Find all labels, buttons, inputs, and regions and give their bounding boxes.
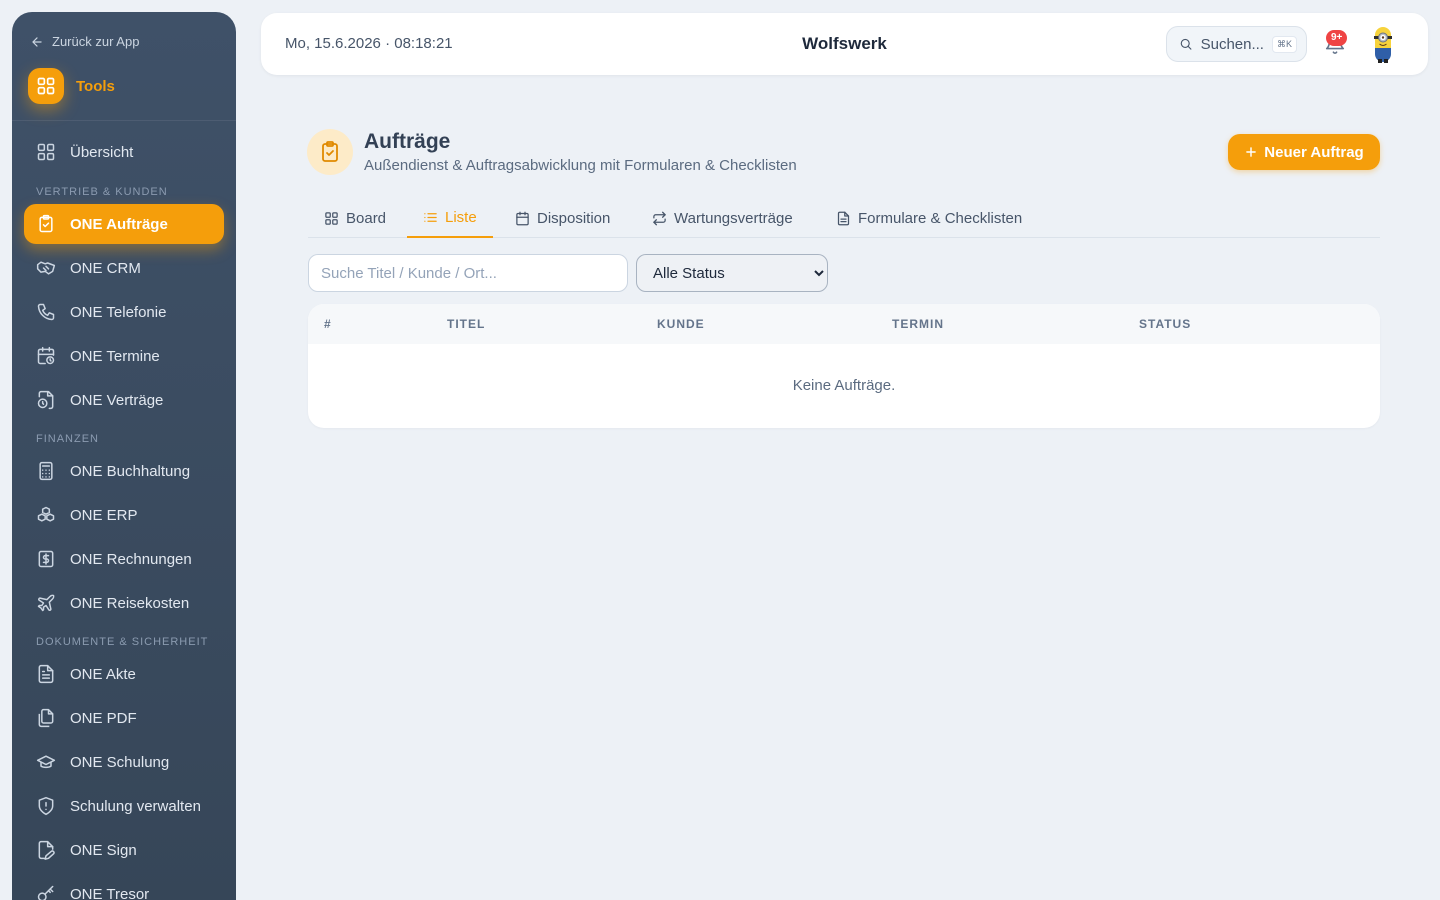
phone-icon bbox=[37, 303, 55, 321]
tab-formulare[interactable]: Formulare & Checklisten bbox=[820, 198, 1038, 238]
sidebar-item-label: ONE Akte bbox=[70, 665, 136, 683]
orders-table: # TITEL KUNDE TERMIN STATUS Keine Aufträ… bbox=[308, 304, 1380, 428]
status-filter-select[interactable]: Alle Status bbox=[636, 254, 828, 292]
plus-icon bbox=[1246, 147, 1257, 157]
sidebar-item-label: ONE Reisekosten bbox=[70, 594, 190, 612]
sidebar-item-sign[interactable]: ONE Sign bbox=[24, 830, 224, 870]
search-icon bbox=[1180, 38, 1192, 50]
sidebar-item-schulung-verwalten[interactable]: Schulung verwalten bbox=[24, 786, 224, 826]
file-text-icon bbox=[38, 664, 54, 684]
global-search-button[interactable]: Suchen... ⌘K bbox=[1166, 26, 1307, 62]
sidebar-item-label: ONE Termine bbox=[70, 347, 160, 365]
key-icon bbox=[37, 885, 54, 900]
calculator-icon bbox=[39, 461, 53, 481]
column-header-customer: KUNDE bbox=[657, 317, 705, 331]
sidebar-item-termine[interactable]: ONE Termine bbox=[24, 336, 224, 376]
page-title: Aufträge bbox=[364, 130, 451, 153]
sidebar-item-auftraege[interactable]: ONE Aufträge bbox=[24, 204, 224, 244]
sidebar-item-telefonie[interactable]: ONE Telefonie bbox=[24, 292, 224, 332]
sidebar-item-label: ONE Aufträge bbox=[70, 215, 168, 233]
tab-label: Wartungsverträge bbox=[674, 209, 793, 227]
plane-icon bbox=[37, 594, 55, 612]
calendar-clock-icon bbox=[37, 346, 55, 365]
grid-icon bbox=[325, 211, 338, 225]
file-signature-icon bbox=[38, 840, 55, 860]
search-shortcut: ⌘K bbox=[1271, 35, 1297, 53]
notification-badge: 9+ bbox=[1326, 30, 1348, 46]
sidebar-item-rechnungen[interactable]: ONE Rechnungen bbox=[24, 539, 224, 579]
back-link-label: Zurück zur App bbox=[52, 34, 140, 49]
sidebar-item-pdf[interactable]: ONE PDF bbox=[24, 698, 224, 738]
sidebar: Zurück zur App Tools Übersicht VERTRIEB … bbox=[12, 12, 236, 900]
boxes-icon bbox=[37, 506, 55, 522]
tab-disposition[interactable]: Disposition bbox=[499, 198, 626, 238]
sidebar-item-akte[interactable]: ONE Akte bbox=[24, 654, 224, 694]
tab-label: Disposition bbox=[537, 209, 611, 227]
graduation-cap-icon bbox=[36, 755, 56, 769]
sidebar-item-erp[interactable]: ONE ERP bbox=[24, 495, 224, 535]
order-search-input[interactable] bbox=[308, 254, 628, 292]
sidebar-item-label: ONE Telefonie bbox=[70, 303, 167, 321]
sidebar-item-tresor[interactable]: ONE Tresor bbox=[24, 874, 224, 900]
sidebar-item-label: Übersicht bbox=[70, 143, 134, 161]
section-label-sales: VERTRIEB & KUNDEN bbox=[36, 186, 168, 198]
files-icon bbox=[38, 708, 54, 728]
sidebar-item-label: ONE Tresor bbox=[70, 885, 150, 900]
empty-state-message: Keine Aufträge. bbox=[792, 377, 896, 394]
sidebar-divider bbox=[12, 120, 236, 121]
page-subtitle: Außendienst & Auftragsabwicklung mit For… bbox=[364, 157, 797, 174]
date-time-display: Mo, 15.6.2026 · 08:18:21 bbox=[285, 35, 453, 52]
list-icon bbox=[424, 212, 437, 222]
sidebar-item-schulung[interactable]: ONE Schulung bbox=[24, 742, 224, 782]
tools-header[interactable]: Tools bbox=[28, 68, 115, 104]
new-order-button[interactable]: Neuer Auftrag bbox=[1228, 134, 1380, 170]
handshake-icon bbox=[36, 261, 56, 275]
sidebar-item-reisekosten[interactable]: ONE Reisekosten bbox=[24, 583, 224, 623]
avatar[interactable] bbox=[1369, 24, 1397, 64]
view-tabs: Board Liste Disposition Wartungsverträge… bbox=[308, 198, 1380, 238]
sidebar-item-label: ONE ERP bbox=[70, 506, 138, 524]
tab-board[interactable]: Board bbox=[308, 198, 402, 238]
column-header-title: TITEL bbox=[447, 317, 486, 331]
sidebar-item-label: Schulung verwalten bbox=[70, 797, 201, 815]
sidebar-item-overview[interactable]: Übersicht bbox=[24, 132, 224, 172]
clipboard-check-icon bbox=[39, 214, 53, 233]
back-to-app-link[interactable]: Zurück zur App bbox=[30, 34, 139, 49]
calendar-icon bbox=[516, 211, 529, 225]
tab-wartungsvertraege[interactable]: Wartungsverträge bbox=[636, 198, 809, 238]
tab-label: Formulare & Checklisten bbox=[858, 209, 1023, 227]
file-text-icon bbox=[837, 211, 850, 225]
sidebar-item-buchhaltung[interactable]: ONE Buchhaltung bbox=[24, 451, 224, 491]
sidebar-item-crm[interactable]: ONE CRM bbox=[24, 248, 224, 288]
topbar: Mo, 15.6.2026 · 08:18:21 Wolfswerk Suche… bbox=[261, 13, 1428, 75]
grid-icon bbox=[37, 143, 55, 161]
sidebar-item-label: ONE Rechnungen bbox=[70, 550, 192, 568]
grid-icon bbox=[28, 68, 64, 104]
section-label-finance: FINANZEN bbox=[36, 433, 99, 445]
column-header-date: TERMIN bbox=[892, 317, 944, 331]
sidebar-item-label: ONE PDF bbox=[70, 709, 137, 727]
tools-label: Tools bbox=[76, 77, 115, 95]
repeat-icon bbox=[653, 211, 666, 225]
shield-alert-icon bbox=[38, 796, 54, 816]
tab-label: Board bbox=[346, 209, 387, 227]
section-label-docs: DOKUMENTE & SICHERHEIT bbox=[36, 636, 209, 648]
tab-label: Liste bbox=[445, 208, 477, 226]
search-label: Suchen... bbox=[1200, 35, 1264, 53]
sidebar-item-label: ONE Schulung bbox=[70, 753, 170, 771]
receipt-dollar-icon bbox=[38, 550, 54, 568]
tab-liste[interactable]: Liste bbox=[407, 198, 493, 238]
sidebar-item-label: ONE Buchhaltung bbox=[70, 462, 191, 480]
sidebar-item-label: ONE Sign bbox=[70, 841, 137, 859]
column-header-number: # bbox=[324, 317, 332, 331]
sidebar-item-label: ONE Verträge bbox=[70, 391, 164, 409]
file-clock-icon bbox=[37, 390, 54, 410]
sidebar-item-label: ONE CRM bbox=[70, 259, 141, 277]
sidebar-item-vertraege[interactable]: ONE Verträge bbox=[24, 380, 224, 420]
table-header: # TITEL KUNDE TERMIN STATUS bbox=[308, 304, 1380, 344]
arrow-left-icon bbox=[32, 36, 42, 47]
new-order-label: Neuer Auftrag bbox=[1264, 143, 1364, 161]
column-header-status: STATUS bbox=[1139, 317, 1192, 331]
page-clipboard-icon bbox=[307, 129, 353, 175]
